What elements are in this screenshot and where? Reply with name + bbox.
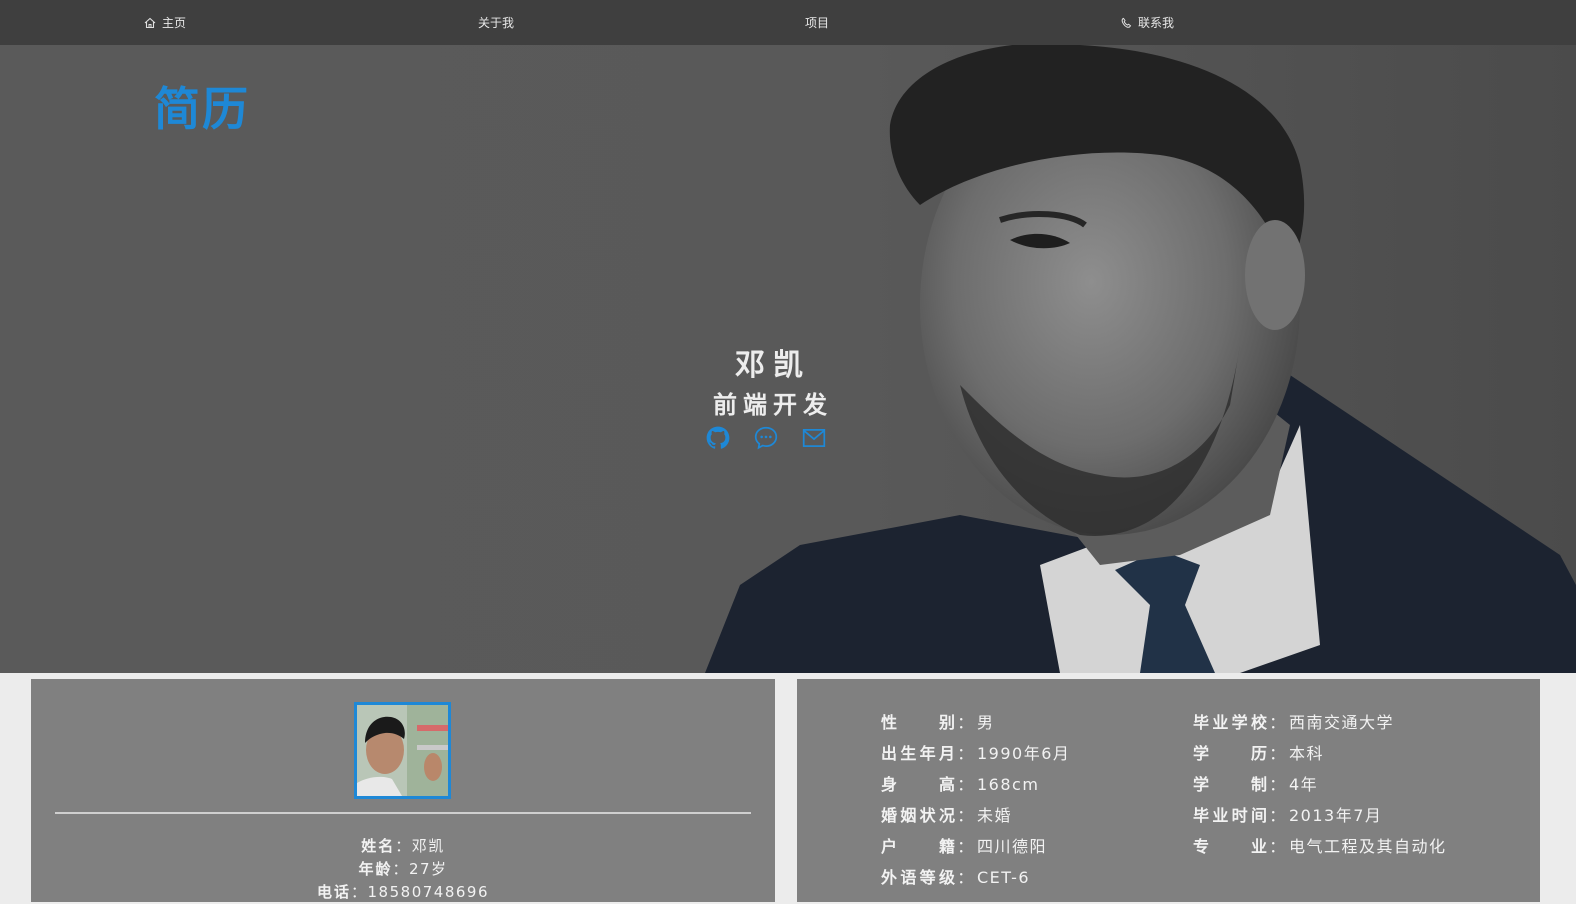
basic-info: 姓名：邓凯 年龄：27岁 电话：18580748696	[31, 835, 775, 904]
separator: ：	[351, 883, 368, 901]
info-name-label: 姓名	[361, 837, 396, 855]
detail-row-language: 外语等级： CET-6	[881, 862, 1070, 893]
top-nav: 主页 关于我 项目 联系我	[0, 0, 1576, 45]
nav-item-label: 联系我	[1138, 16, 1175, 30]
nav-item-about[interactable]: 关于我	[478, 0, 514, 45]
detail-row-gender: 性别：男	[881, 707, 1070, 738]
detail-label: 毕业学校	[1193, 713, 1267, 732]
detail-label: 学历	[1193, 744, 1267, 763]
info-phone-value: 18580748696	[367, 883, 489, 901]
detail-value: 西南交通大学	[1289, 713, 1395, 732]
separator: ：	[957, 713, 975, 732]
social-links	[705, 425, 827, 451]
info-age: 年龄：27岁	[31, 858, 775, 881]
detail-value: 电气工程及其自动化	[1289, 837, 1447, 856]
separator: ：	[395, 837, 412, 855]
detail-value: 未婚	[977, 806, 1013, 825]
detail-label: 婚姻状况	[881, 806, 955, 825]
profile-card: 姓名：邓凯 年龄：27岁 电话：18580748696	[31, 679, 775, 902]
detail-label: 外语等级	[881, 868, 955, 887]
detail-value: 男	[977, 713, 995, 732]
separator: ：	[1269, 744, 1287, 763]
detail-label: 性别	[881, 713, 955, 732]
detail-label: 身高	[881, 775, 955, 794]
details-column-education: 毕业学校：西南交通大学 学历：本科 学制： 4年 毕业时间： 2013年7月 专业：…	[1193, 707, 1447, 862]
hero-name: 邓凯	[735, 348, 811, 383]
detail-value: 2013年7月	[1289, 806, 1383, 825]
separator: ：	[957, 806, 975, 825]
detail-label: 出生年月	[881, 744, 955, 763]
detail-row-hometown: 户籍：四川德阳	[881, 831, 1070, 862]
separator: ：	[957, 868, 975, 887]
nav-item-contact[interactable]: 联系我	[1120, 0, 1174, 45]
separator: ：	[1269, 837, 1287, 856]
detail-row-marital: 婚姻状况：未婚	[881, 800, 1070, 831]
info-age-label: 年龄	[358, 860, 393, 878]
separator: ：	[1269, 806, 1287, 825]
detail-label: 户籍	[881, 837, 955, 856]
detail-value: 1990年6月	[977, 744, 1071, 763]
detail-row-major: 专业：电气工程及其自动化	[1193, 831, 1447, 862]
separator: ：	[957, 744, 975, 763]
info-name-value: 邓凯	[411, 837, 445, 855]
info-age-value: 27岁	[408, 860, 448, 878]
detail-row-birth: 出生年月： 1990年6月	[881, 738, 1070, 769]
brand-title: 简历	[154, 82, 250, 136]
detail-value: 4年	[1289, 775, 1319, 794]
detail-label: 专业	[1193, 837, 1267, 856]
detail-value: 四川德阳	[977, 837, 1048, 856]
separator: ：	[957, 775, 975, 794]
home-icon	[144, 17, 156, 29]
separator: ：	[392, 860, 409, 878]
detail-label: 学制	[1193, 775, 1267, 794]
detail-value: CET-6	[977, 868, 1031, 887]
separator: ：	[1269, 713, 1287, 732]
separator: ：	[957, 837, 975, 856]
info-phone: 电话：18580748696	[31, 881, 775, 904]
nav-item-label: 项目	[805, 16, 830, 30]
info-name: 姓名：邓凯	[31, 835, 775, 858]
detail-row-degree: 学历：本科	[1193, 738, 1447, 769]
separator: ：	[1269, 775, 1287, 794]
nav-item-label: 关于我	[478, 16, 515, 30]
hero-banner: 简历 邓凯 前端开发	[0, 45, 1576, 673]
phone-icon	[1120, 17, 1132, 29]
github-icon[interactable]	[705, 425, 731, 451]
detail-row-school: 毕业学校：西南交通大学	[1193, 707, 1447, 738]
hero-job-title: 前端开发	[713, 391, 833, 419]
detail-row-height: 身高： 168cm	[881, 769, 1070, 800]
detail-label: 毕业时间	[1193, 806, 1267, 825]
wechat-icon[interactable]	[753, 425, 779, 451]
detail-row-graduation: 毕业时间： 2013年7月	[1193, 800, 1447, 831]
nav-item-home[interactable]: 主页	[144, 0, 186, 45]
avatar	[354, 702, 451, 799]
detail-row-duration: 学制： 4年	[1193, 769, 1447, 800]
detail-value: 168cm	[977, 775, 1040, 794]
detail-value: 本科	[1289, 744, 1325, 763]
nav-item-label: 主页	[162, 16, 187, 30]
avatar-photo	[357, 705, 448, 796]
nav-item-projects[interactable]: 项目	[805, 0, 829, 45]
divider	[55, 812, 751, 814]
details-card: 性别：男 出生年月： 1990年6月 身高： 168cm 婚姻状况：未婚 户籍：四川…	[797, 679, 1540, 902]
details-column-personal: 性别：男 出生年月： 1990年6月 身高： 168cm 婚姻状况：未婚 户籍：四川…	[881, 707, 1070, 893]
info-phone-label: 电话	[316, 883, 351, 901]
mail-icon[interactable]	[801, 425, 827, 451]
